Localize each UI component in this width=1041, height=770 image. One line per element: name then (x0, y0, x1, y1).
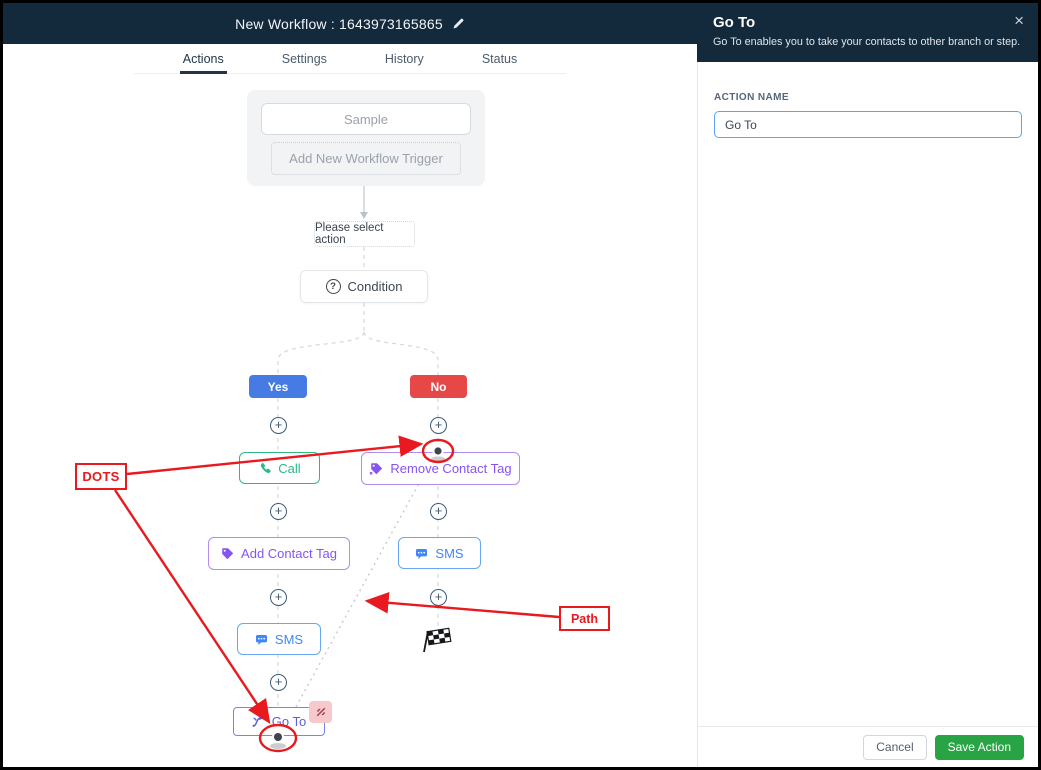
title-bar: New Workflow : 1643973165865 (3, 3, 697, 44)
sms-node-no[interactable]: SMS (398, 537, 481, 569)
go-to-label: Go To (271, 714, 307, 729)
add-trigger-button[interactable]: Add New Workflow Trigger (271, 142, 461, 175)
tabs-bar: Actions Settings History Status (3, 44, 697, 74)
add-step-button[interactable]: + (430, 589, 447, 606)
path-arrow (364, 592, 560, 619)
panel-header: Go To Go To enables you to take your con… (697, 3, 1038, 62)
panel-subtitle: Go To enables you to take your contacts … (713, 36, 1021, 48)
tag-icon (222, 548, 234, 560)
workflow-canvas: Sample Add New Workflow Trigger Please s… (3, 74, 697, 767)
add-contact-tag-node[interactable]: Add Contact Tag (208, 537, 350, 570)
sms-label: SMS (274, 631, 304, 647)
tag-remove-icon (370, 462, 383, 475)
tab-history[interactable]: History (382, 44, 427, 74)
panel-footer: Cancel Save Action (697, 726, 1038, 767)
call-label: Call (278, 460, 301, 476)
add-step-button[interactable]: + (430, 503, 447, 520)
remove-contact-tag-node[interactable]: Remove Contact Tag (361, 452, 520, 485)
go-to-icon (252, 716, 264, 727)
sms-icon (416, 548, 428, 559)
action-settings-panel: Go To Go To enables you to take your con… (697, 3, 1038, 767)
add-step-button[interactable]: + (270, 417, 287, 434)
save-action-button[interactable]: Save Action (934, 734, 1024, 760)
dots-arrow-lower (114, 489, 271, 724)
workflow-editor: New Workflow : 1643973165865 Actions Set… (3, 3, 697, 767)
call-node[interactable]: Call (239, 452, 320, 484)
close-icon[interactable]: × (1014, 12, 1024, 29)
add-step-button[interactable]: + (430, 417, 447, 434)
phone-icon (261, 462, 272, 473)
dots-annotation-label: DOTS (75, 463, 127, 490)
app-window: New Workflow : 1643973165865 Actions Set… (0, 0, 1041, 770)
select-action-placeholder[interactable]: Please select action (314, 221, 415, 247)
disconnect-badge[interactable] (309, 701, 332, 723)
unlink-icon (316, 707, 325, 717)
tab-settings[interactable]: Settings (279, 44, 330, 74)
add-step-button[interactable]: + (270, 674, 287, 691)
workflow-title: New Workflow : 1643973165865 (235, 15, 443, 32)
action-name-label: ACTION NAME (714, 92, 789, 103)
condition-label: Condition (347, 279, 403, 294)
action-name-input[interactable] (714, 111, 1022, 138)
condition-node[interactable]: ? Condition (300, 270, 428, 303)
goto-path-line (291, 457, 434, 715)
cancel-button[interactable]: Cancel (863, 734, 927, 760)
branch-yes[interactable]: Yes (249, 375, 307, 398)
sms-icon (255, 634, 267, 645)
question-icon: ? (325, 279, 341, 294)
remove-contact-tag-label: Remove Contact Tag (390, 461, 512, 476)
add-step-button[interactable]: + (270, 503, 287, 520)
edit-title-icon[interactable] (452, 17, 465, 30)
panel-title: Go To (713, 14, 756, 31)
tab-status[interactable]: Status (479, 44, 520, 74)
trigger-group: Sample Add New Workflow Trigger (247, 90, 485, 186)
panel-body: ACTION NAME (697, 62, 1038, 726)
trigger-sample[interactable]: Sample (261, 103, 471, 135)
path-annotation-label: Path (559, 606, 610, 631)
branch-no[interactable]: No (410, 375, 467, 398)
sms-label: SMS (435, 545, 464, 561)
add-contact-tag-label: Add Contact Tag (241, 546, 337, 561)
sms-node-yes[interactable]: SMS (237, 623, 321, 655)
end-flag-icon (420, 624, 456, 654)
add-step-button[interactable]: + (270, 589, 287, 606)
tab-actions[interactable]: Actions (179, 44, 227, 74)
